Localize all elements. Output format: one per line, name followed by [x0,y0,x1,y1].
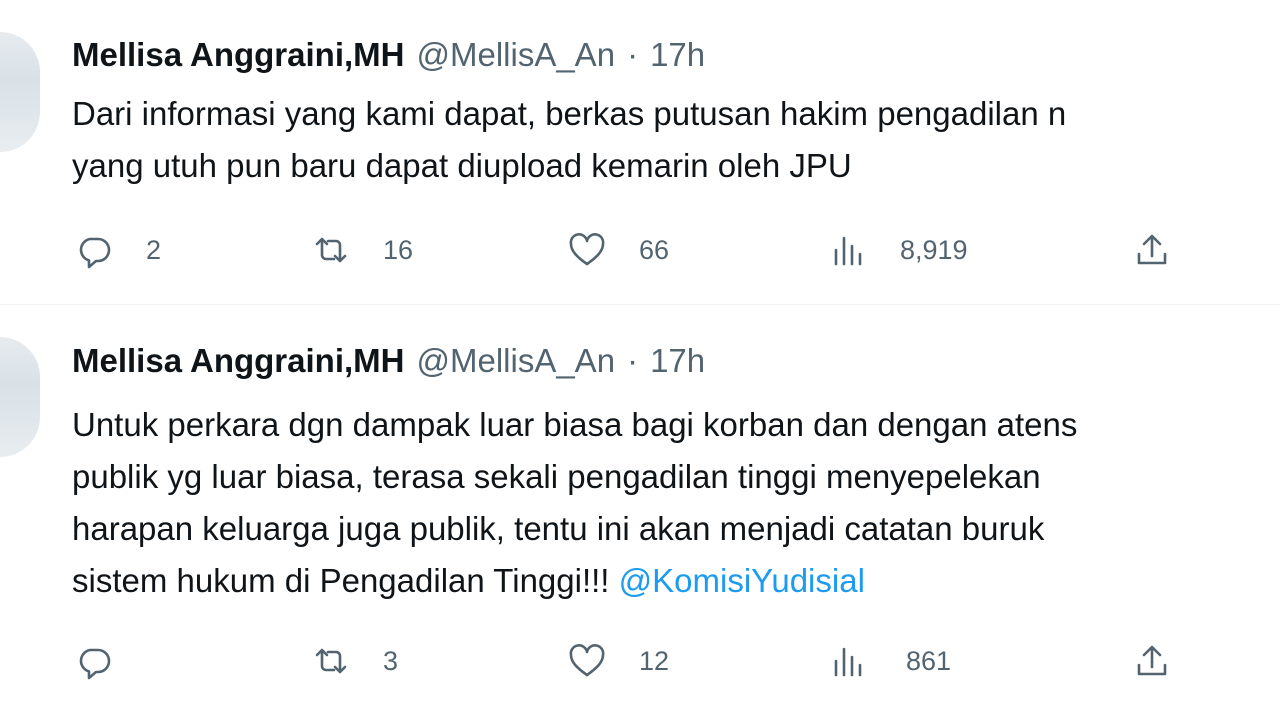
views-count: 8,919 [900,234,968,265]
tweet-text-line: Untuk perkara dgn dampak luar biasa bagi… [72,406,1078,443]
retweet-count: 16 [383,234,414,265]
tweet-text-line: Dari informasi yang kami dapat, berkas p… [72,95,1067,132]
views-button[interactable]: 8,919 [828,226,968,274]
tweet-text-fragment: sistem hukum di Pengadilan Tinggi!!! [72,562,619,599]
share-button[interactable] [1132,226,1172,274]
share-icon [1137,234,1167,265]
share-icon [1137,645,1167,676]
tweet-timestamp[interactable]: 17h [650,36,705,74]
views-count: 861 [906,645,952,676]
share-button[interactable] [1132,637,1172,685]
tweet-text-line: publik yg luar biasa, terasa sekali peng… [72,458,1041,495]
avatar[interactable] [0,32,40,152]
tweet[interactable]: Mellisa Anggraini,MH @MellisA_An · 17h D… [0,0,1280,305]
author-name[interactable]: Mellisa Anggraini,MH [72,36,404,74]
tweet-text: Untuk perkara dgn dampak luar biasa bagi… [72,399,1280,607]
tweet-text: Dari informasi yang kami dapat, berkas p… [72,88,1280,192]
retweet-button[interactable]: 16 [311,226,413,274]
retweet-icon [315,648,347,674]
tweet-timestamp[interactable]: 17h [650,342,705,380]
retweet-button[interactable]: 3 [311,637,398,685]
like-count: 66 [639,234,670,265]
tweet-text-line: yang utuh pun baru dapat diupload kemari… [72,147,852,184]
tweet-text-line-last: sistem hukum di Pengadilan Tinggi!!! @Ko… [72,555,1280,607]
retweet-count: 3 [383,645,399,676]
views-button[interactable]: 861 [828,637,951,685]
reply-button[interactable] [74,637,146,685]
like-count: 12 [639,645,670,676]
views-icon [834,647,862,677]
views-icon [834,236,862,266]
heart-icon [569,644,605,677]
header-separator: · [627,36,639,73]
mention-link[interactable]: @KomisiYudisial [619,562,865,599]
avatar[interactable] [0,337,40,457]
reply-count: 2 [146,234,162,265]
tweet-header: Mellisa Anggraini,MH @MellisA_An · 17h [72,36,705,76]
like-button[interactable]: 12 [567,637,669,685]
author-handle[interactable]: @MellisA_An [416,36,615,74]
tweet-header: Mellisa Anggraini,MH @MellisA_An · 17h [72,342,705,382]
heart-icon [569,233,605,266]
header-separator: · [627,342,639,379]
reply-icon [79,648,111,680]
author-name[interactable]: Mellisa Anggraini,MH [72,342,404,380]
tweet[interactable]: Mellisa Anggraini,MH @MellisA_An · 17h U… [0,305,1280,720]
author-handle[interactable]: @MellisA_An [416,342,615,380]
reply-button[interactable]: 2 [74,226,161,274]
retweet-icon [315,237,347,263]
tweet-actions: 2 16 66 8,919 [0,226,1280,274]
tweet-feed: Mellisa Anggraini,MH @MellisA_An · 17h D… [0,0,1280,720]
reply-icon [79,237,111,269]
tweet-text-line: harapan keluarga juga publik, tentu ini … [72,510,1045,547]
tweet-actions: 3 12 861 [0,637,1280,685]
like-button[interactable]: 66 [567,226,669,274]
